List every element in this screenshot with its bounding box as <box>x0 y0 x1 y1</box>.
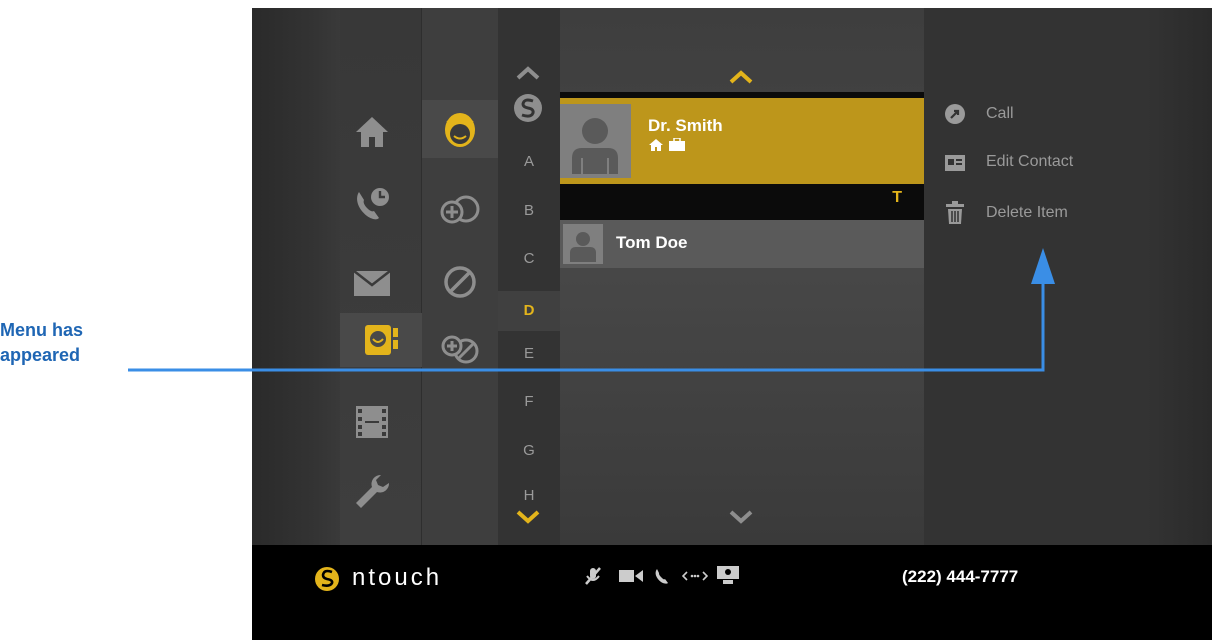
annotation-arrow <box>128 248 1055 372</box>
